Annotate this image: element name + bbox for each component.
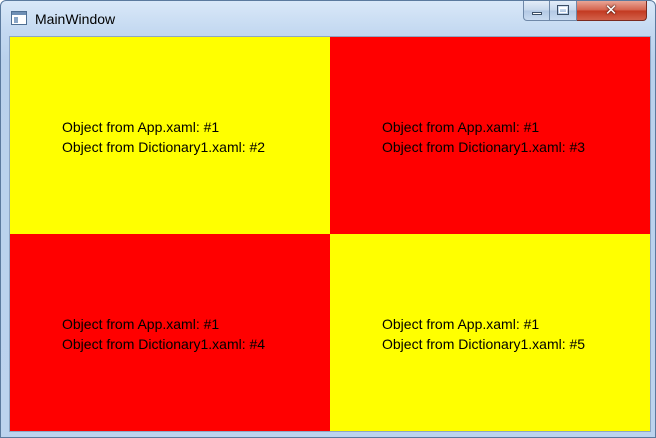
title-bar[interactable]: MainWindow ✕ <box>1 1 655 35</box>
minimize-button[interactable] <box>523 1 550 21</box>
maximize-icon <box>557 5 569 15</box>
app-object-label: Object from App.xaml: #1 <box>382 316 540 332</box>
cell-top-left: Object from App.xaml: #1 Object from Dic… <box>10 37 330 234</box>
minimize-icon <box>532 12 542 15</box>
cell-text: Object from App.xaml: #1 Object from Dic… <box>382 117 585 157</box>
cell-text: Object from App.xaml: #1 Object from Dic… <box>62 314 265 354</box>
cell-top-right: Object from App.xaml: #1 Object from Dic… <box>330 37 650 234</box>
dictionary-object-label: Object from Dictionary1.xaml: #2 <box>62 139 266 155</box>
window-title: MainWindow <box>35 11 116 27</box>
app-object-label: Object from App.xaml: #1 <box>382 119 540 135</box>
cell-bottom-left: Object from App.xaml: #1 Object from Dic… <box>10 234 330 431</box>
close-icon: ✕ <box>604 1 618 19</box>
cell-text: Object from App.xaml: #1 Object from Dic… <box>382 314 585 354</box>
app-window-icon[interactable] <box>11 11 27 25</box>
dictionary-object-label: Object from Dictionary1.xaml: #4 <box>62 336 266 352</box>
client-area: Object from App.xaml: #1 Object from Dic… <box>9 36 651 432</box>
dictionary-object-label: Object from Dictionary1.xaml: #5 <box>382 336 586 352</box>
close-button[interactable]: ✕ <box>577 1 647 21</box>
maximize-button[interactable] <box>550 1 577 21</box>
app-object-label: Object from App.xaml: #1 <box>62 316 220 332</box>
cell-text: Object from App.xaml: #1 Object from Dic… <box>62 117 265 157</box>
main-window: MainWindow ✕ Object from App.xaml: #1 Ob… <box>0 0 656 438</box>
dictionary-object-label: Object from Dictionary1.xaml: #3 <box>382 139 586 155</box>
app-object-label: Object from App.xaml: #1 <box>62 119 220 135</box>
cell-bottom-right: Object from App.xaml: #1 Object from Dic… <box>330 234 650 431</box>
